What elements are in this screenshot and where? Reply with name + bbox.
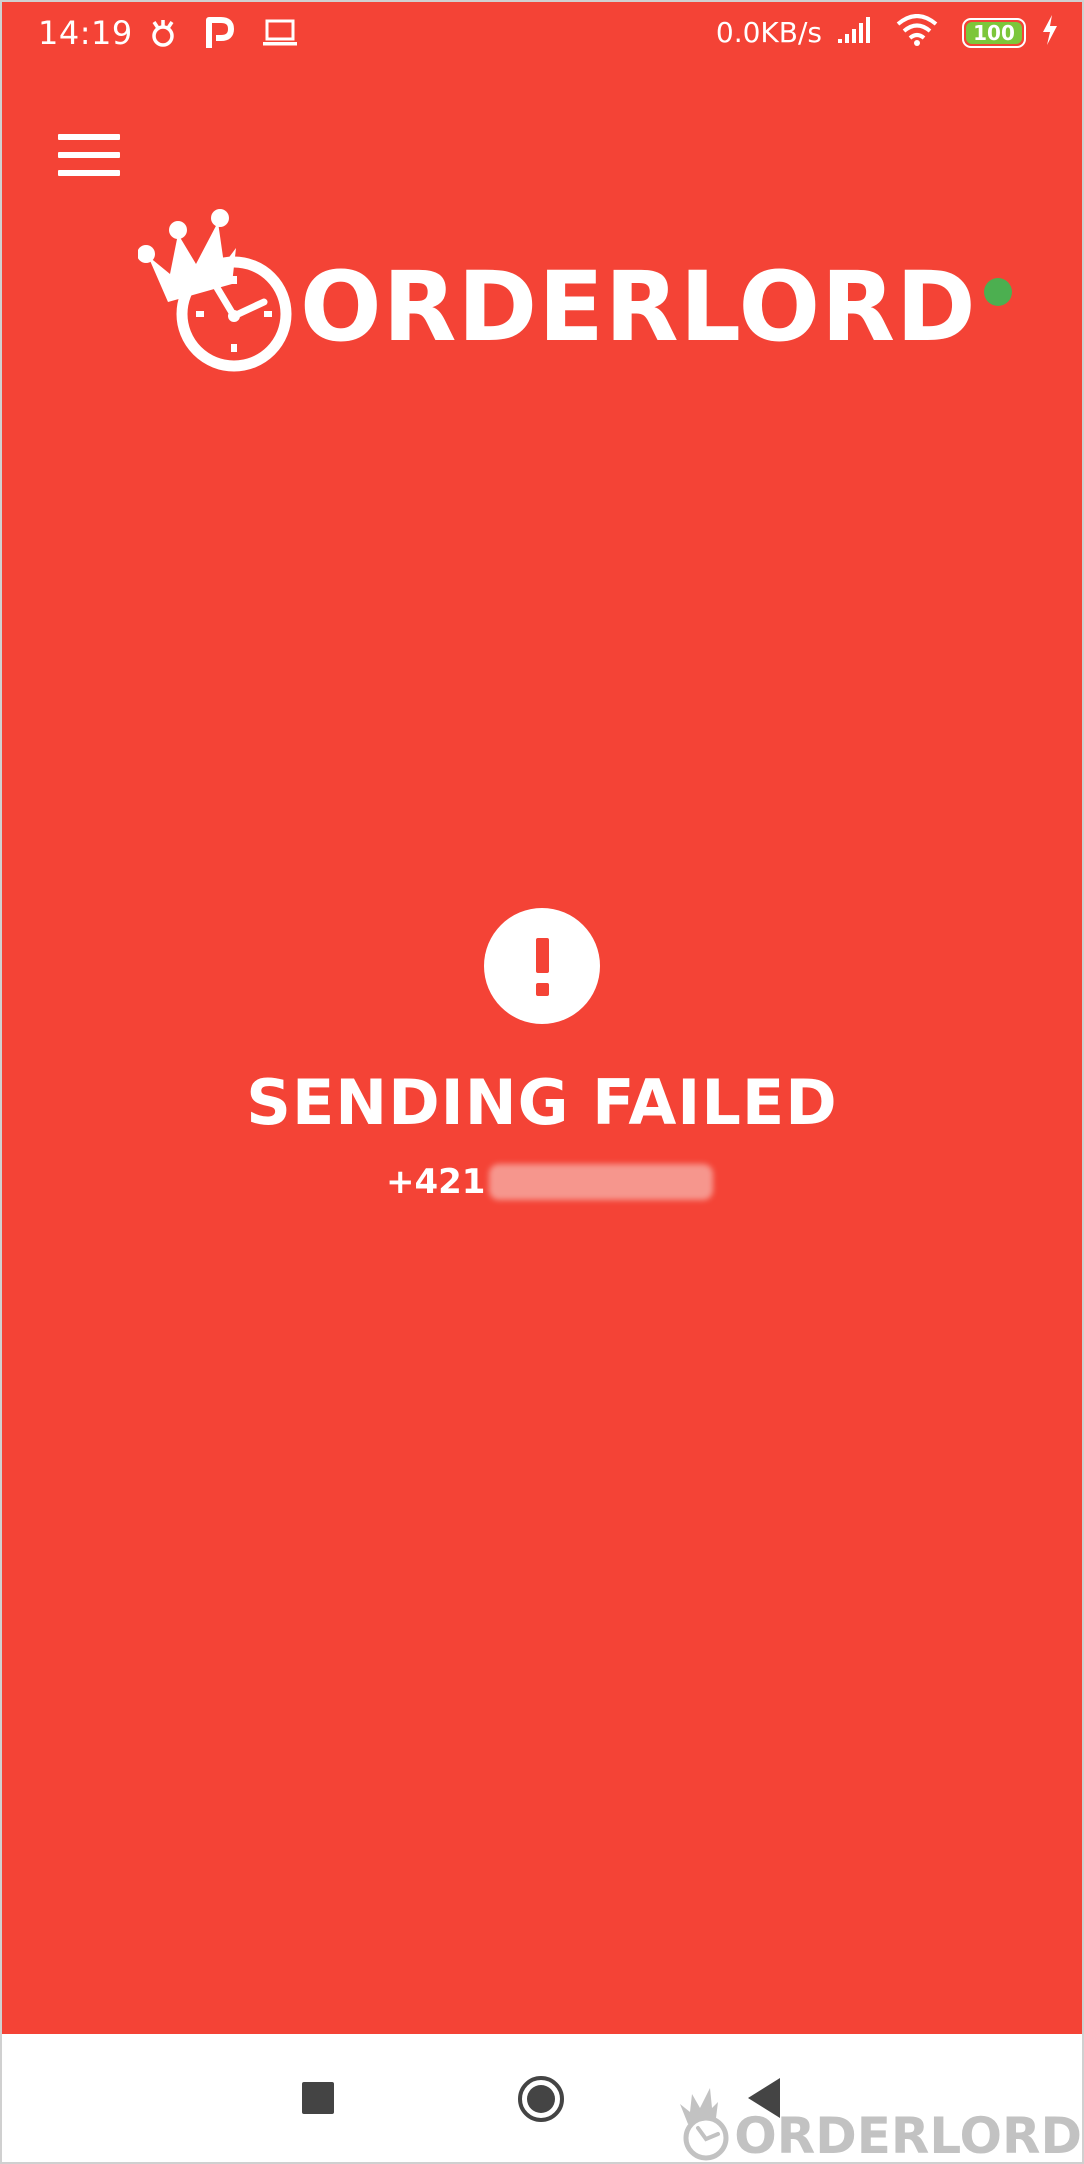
phone-number: +421 [386, 1160, 714, 1204]
hamburger-menu-icon[interactable] [54, 128, 124, 180]
status-right: 0.0KB/s 100 [716, 14, 1060, 51]
charging-icon [1040, 14, 1060, 51]
logo-text: ORDERLORD [300, 251, 977, 363]
phone-redacted [489, 1164, 714, 1200]
status-left-icons [148, 16, 298, 55]
alert-icon [484, 908, 600, 1024]
home-icon[interactable] [516, 2074, 566, 2124]
laptop-icon [262, 18, 298, 53]
network-speed: 0.0KB/s [715, 16, 822, 49]
phone-prefix: +421 [386, 1162, 486, 1202]
watermark-text: ORDERLORD [734, 2107, 1082, 2164]
crown-clock-icon [138, 209, 292, 372]
battery-level: 100 [973, 20, 1015, 45]
system-nav-bar: ORDERLORD [0, 2034, 1084, 2164]
battery-icon: 100 [962, 17, 1026, 48]
screen: 14:19 0.0KB/s 100 ORDERLORD SENDING FAIL… [0, 0, 1084, 2164]
status-time: 14:19 [38, 14, 133, 52]
parking-icon [206, 16, 234, 55]
app-background: 14:19 0.0KB/s 100 ORDERLORD SENDING FAIL… [0, 0, 1084, 2034]
watermark-logo-icon [680, 2088, 729, 2161]
status-bar: 14:19 0.0KB/s 100 [0, 0, 1084, 70]
recents-icon[interactable] [302, 2082, 334, 2114]
signal-icon [836, 15, 872, 50]
notification-icon [148, 16, 178, 55]
watermark: ORDERLORD [676, 2074, 1082, 2164]
wifi-icon [896, 14, 938, 51]
orderlord-logo: ORDERLORD [138, 204, 976, 384]
error-title: SENDING FAILED [246, 1066, 838, 1139]
connection-status-dot [984, 278, 1012, 306]
